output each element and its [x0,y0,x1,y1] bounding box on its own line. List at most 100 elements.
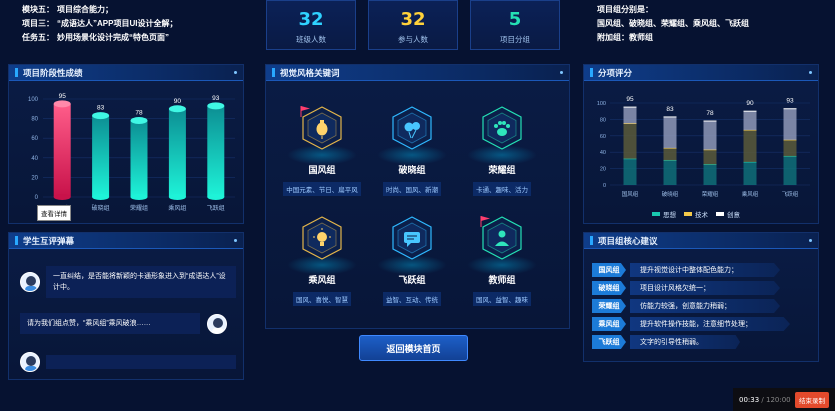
group-info: 项目组分别是： 国风组、破晓组、荣耀组、乘风组、飞跃组 附加组：教师组 [597,3,749,45]
stack-segment [783,156,797,185]
keyword-tags: 中国元素、节日、扁平风 [283,182,361,196]
bar [168,108,186,197]
header-dot-icon [234,71,237,74]
suggestion-text: 文字的引导性稍弱。 [630,335,740,349]
bar [207,105,225,197]
hex-badge [467,105,537,165]
stat-label: 参与人数 [398,35,428,44]
suggestion-group-tag: 国风组 [592,263,626,277]
hex-badge [377,105,447,165]
bar [92,115,110,197]
header-dot-icon [809,71,812,74]
header-dot-icon [234,239,237,242]
x-tick-label: 破晓组 [92,204,110,212]
keyword-card[interactable]: 国风组 中国元素、节日、扁平风 [283,105,361,196]
balloon-icon [392,106,432,150]
flag-icon [480,216,490,227]
bulb-icon [302,216,342,260]
core-suggestion-panel: 项目组核心建议 国风组 提升视觉设计中整体配色能力； 破晓组 项目设计风格欠统一… [583,232,819,362]
stat-label: 项目分组 [500,35,530,44]
stat-value: 5 [508,9,522,30]
x-tick-label: 乘风组 [168,204,186,212]
x-tick-label: 荣耀组 [130,204,148,212]
panel-title: 项目组核心建议 [598,235,658,246]
stack-segment [783,108,797,140]
bar [53,103,71,197]
panel-header: 分项评分 [584,65,818,81]
bar-base [53,194,71,200]
header-bar-icon [590,68,593,77]
suggestion-text: 项目设计风格欠统一； [630,281,780,295]
flag-icon [300,106,310,117]
panel-header: 项目阶段性成绩 [9,65,243,81]
y-tick-label: 20 [31,175,38,181]
avatar [20,352,40,372]
timer-total: / 120:00 [761,395,791,404]
hex-badge [287,215,357,275]
x-tick-label: 国风组 [622,190,639,198]
stat-class-size: 32 班级人数 [266,0,356,50]
chat-message: 请为我们组点赞，“乘风组”乘风破浪…… [20,313,227,334]
panel-title: 分项评分 [598,67,633,78]
header-dot-icon [560,71,563,74]
chat-bubble: 一直纠结，是否能将新颖的卡通形象进入到“成语达人”设计中。 [46,266,236,298]
view-details-tooltip[interactable]: 查看详情 [37,205,71,221]
legend-swatch [716,212,724,216]
module-info: 模块五： 项目综合能力； 项目三： “成语达人”APP项目UI设计全解； 任务五：妙… [22,3,180,45]
group-info-line2: 国风组、破晓组、荣耀组、乘风组、飞跃组 [597,19,749,28]
score-legend: 思想 技术 创意 [644,209,740,219]
data-label: 83 [666,106,674,113]
student-avatar-icon [212,317,224,333]
stack-segment [623,123,637,159]
stage-score-chart: 02040608010095国风组83破晓组78荣耀组90乘风组93飞跃组 [28,93,235,212]
student-avatar-icon [25,356,37,371]
data-label: 90 [174,98,182,105]
stack-segment [783,139,797,157]
stat-participants: 32 参与人数 [368,0,458,50]
bar-top [53,100,71,108]
avatar [20,272,40,292]
stack-segment [703,149,717,165]
panel-header: 学生互评弹幕 [9,233,243,249]
keyword-card[interactable]: 荣耀组 卡通、趣味、活力 [463,105,541,196]
data-label: 83 [97,105,105,112]
stat-value: 32 [400,9,426,30]
return-module-button[interactable]: 返回模块首页 [359,335,468,361]
panel-title: 视觉风格关键词 [280,67,340,78]
y-tick-label: 60 [31,136,38,142]
module-line: 模块五： 项目综合能力； [22,5,113,14]
keyword-card[interactable]: 破晓组 时尚、国风、新潮 [373,105,451,196]
stack-segment [743,130,757,163]
suggestion-row: 荣耀组 仿能力较强，创意能力稍弱； [592,299,780,313]
x-tick-label: 乘风组 [742,190,759,198]
keyword-tags: 时尚、国风、新潮 [383,182,441,196]
data-label: 90 [746,100,754,107]
keyword-card[interactable]: 乘风组 国风、喜悦、智慧 [283,215,361,306]
panel-title: 学生互评弹幕 [23,235,75,246]
stack-segment [663,116,677,149]
keyword-tags: 国风、喜悦、智慧 [293,292,351,306]
bar-top [92,112,110,120]
suggestion-group-tag: 荣耀组 [592,299,626,313]
keyword-card[interactable]: 教师组 国风、益智、趣味 [463,215,541,306]
stat-value: 32 [298,9,324,30]
stack-segment [703,164,717,185]
y-tick-label: 80 [31,117,38,123]
bar-base [92,194,110,200]
task-line: 任务五： 妙用场景化设计完成“特色页面” [22,33,169,42]
legend-label: 思想 [663,212,676,219]
bar-top [168,105,186,113]
chat-message: 一直纠结，是否能将新颖的卡通形象进入到“成语达人”设计中。 [20,266,236,298]
stack-segment [623,107,637,124]
end-recording-button[interactable]: 结束录制 [795,391,829,408]
chat-bubble [46,355,236,369]
keyword-card[interactable]: 飞跃组 益智、互动、传统 [373,215,451,306]
timer-elapsed: 00:33 [739,395,760,404]
avatar [207,313,227,334]
chat-icon [392,216,432,260]
bar-top [130,117,148,125]
y-tick-label: 40 [600,150,606,156]
header-dot-icon [809,239,812,242]
x-tick-label: 飞跃组 [782,190,799,198]
bar-top [207,102,225,110]
